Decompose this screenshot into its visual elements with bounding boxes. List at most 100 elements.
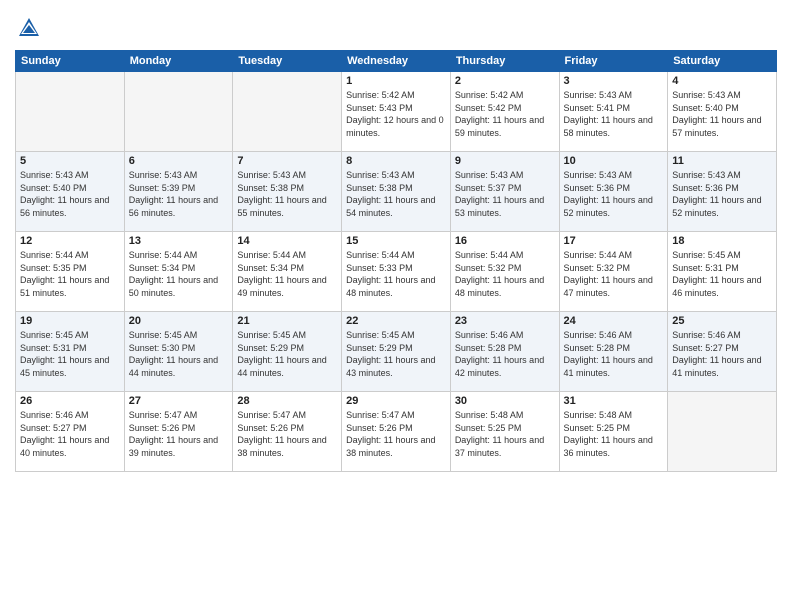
calendar-cell (16, 72, 125, 152)
day-info: Sunrise: 5:42 AMSunset: 5:42 PMDaylight:… (455, 89, 555, 139)
day-number: 28 (237, 395, 337, 407)
calendar-cell: 21 Sunrise: 5:45 AMSunset: 5:29 PMDayligh… (233, 312, 342, 392)
calendar-cell: 15Sunrise: 5:44 AMSunset: 5:33 PMDayligh… (342, 232, 451, 312)
calendar-cell: 26 Sunrise: 5:46 AMSunset: 5:27 PMDayligh… (16, 392, 125, 472)
weekday-header-wednesday: Wednesday (342, 51, 451, 72)
calendar-header-row: SundayMondayTuesdayWednesdayThursdayFrid… (16, 51, 777, 72)
calendar-container: SundayMondayTuesdayWednesdayThursdayFrid… (0, 0, 792, 612)
calendar-cell: 12 Sunrise: 5:44 AMSunset: 5:35 PMDayligh… (16, 232, 125, 312)
day-info: Sunrise: 5:44 AMSunset: 5:34 PMDaylight:… (129, 249, 229, 299)
day-number: 10 (564, 155, 664, 167)
day-number: 15 (346, 235, 446, 247)
day-number: 9 (455, 155, 555, 167)
day-number: 16 (455, 235, 555, 247)
logo-icon (15, 14, 43, 42)
day-number: 5 (20, 155, 120, 167)
day-number: 2 (455, 75, 555, 87)
calendar-week-2: 5 Sunrise: 5:43 AMSunset: 5:40 PMDaylight… (16, 152, 777, 232)
day-number: 26 (20, 395, 120, 407)
day-number: 22 (346, 315, 446, 327)
day-number: 25 (672, 315, 772, 327)
day-number: 21 (237, 315, 337, 327)
day-info: Sunrise: 5:43 AMSunset: 5:36 PMDaylight:… (672, 169, 772, 219)
day-info: Sunrise: 5:43 AMSunset: 5:38 PMDaylight:… (346, 169, 446, 219)
calendar-cell: 29 Sunrise: 5:47 AMSunset: 5:26 PMDayligh… (342, 392, 451, 472)
day-number: 29 (346, 395, 446, 407)
day-number: 12 (20, 235, 120, 247)
calendar-cell: 2 Sunrise: 5:42 AMSunset: 5:42 PMDaylight… (450, 72, 559, 152)
calendar-cell: 3 Sunrise: 5:43 AMSunset: 5:41 PMDaylight… (559, 72, 668, 152)
day-info: Sunrise: 5:47 AMSunset: 5:26 PMDaylight:… (129, 409, 229, 459)
day-number: 18 (672, 235, 772, 247)
day-number: 3 (564, 75, 664, 87)
calendar-cell: 8 Sunrise: 5:43 AMSunset: 5:38 PMDaylight… (342, 152, 451, 232)
calendar-cell: 17 Sunrise: 5:44 AMSunset: 5:32 PMDayligh… (559, 232, 668, 312)
calendar-cell: 31 Sunrise: 5:48 AMSunset: 5:25 PMDayligh… (559, 392, 668, 472)
calendar-week-1: 1 Sunrise: 5:42 AMSunset: 5:43 PMDaylight… (16, 72, 777, 152)
day-info: Sunrise: 5:44 AMSunset: 5:35 PMDaylight:… (20, 249, 120, 299)
day-number: 4 (672, 75, 772, 87)
calendar-cell: 28 Sunrise: 5:47 AMSunset: 5:26 PMDayligh… (233, 392, 342, 472)
day-number: 8 (346, 155, 446, 167)
day-info: Sunrise: 5:47 AMSunset: 5:26 PMDaylight:… (346, 409, 446, 459)
day-number: 14 (237, 235, 337, 247)
calendar-cell: 9Sunrise: 5:43 AMSunset: 5:37 PMDaylight… (450, 152, 559, 232)
calendar-cell: 22 Sunrise: 5:45 AMSunset: 5:29 PMDayligh… (342, 312, 451, 392)
day-number: 11 (672, 155, 772, 167)
day-number: 6 (129, 155, 229, 167)
day-info: Sunrise: 5:43 AMSunset: 5:39 PMDaylight:… (129, 169, 229, 219)
day-info: Sunrise: 5:45 AMSunset: 5:29 PMDaylight:… (346, 329, 446, 379)
day-info: Sunrise: 5:45 AMSunset: 5:29 PMDaylight:… (237, 329, 337, 379)
day-number: 7 (237, 155, 337, 167)
day-info: Sunrise: 5:46 AMSunset: 5:27 PMDaylight:… (20, 409, 120, 459)
day-info: Sunrise: 5:46 AMSunset: 5:28 PMDaylight:… (455, 329, 555, 379)
calendar-cell: 23Sunrise: 5:46 AMSunset: 5:28 PMDayligh… (450, 312, 559, 392)
weekday-header-friday: Friday (559, 51, 668, 72)
day-info: Sunrise: 5:43 AMSunset: 5:36 PMDaylight:… (564, 169, 664, 219)
weekday-header-thursday: Thursday (450, 51, 559, 72)
day-number: 24 (564, 315, 664, 327)
calendar-cell (668, 392, 777, 472)
day-info: Sunrise: 5:48 AMSunset: 5:25 PMDaylight:… (455, 409, 555, 459)
calendar-cell: 11 Sunrise: 5:43 AMSunset: 5:36 PMDayligh… (668, 152, 777, 232)
day-number: 30 (455, 395, 555, 407)
weekday-header-sunday: Sunday (16, 51, 125, 72)
day-info: Sunrise: 5:44 AMSunset: 5:32 PMDaylight:… (564, 249, 664, 299)
weekday-header-saturday: Saturday (668, 51, 777, 72)
calendar-cell: 13Sunrise: 5:44 AMSunset: 5:34 PMDayligh… (124, 232, 233, 312)
day-info: Sunrise: 5:45 AMSunset: 5:31 PMDaylight:… (20, 329, 120, 379)
day-info: Sunrise: 5:45 AMSunset: 5:31 PMDaylight:… (672, 249, 772, 299)
day-info: Sunrise: 5:42 AMSunset: 5:43 PMDaylight:… (346, 89, 446, 139)
calendar-cell: 19 Sunrise: 5:45 AMSunset: 5:31 PMDayligh… (16, 312, 125, 392)
calendar-cell: 18 Sunrise: 5:45 AMSunset: 5:31 PMDayligh… (668, 232, 777, 312)
day-number: 17 (564, 235, 664, 247)
day-number: 1 (346, 75, 446, 87)
day-number: 31 (564, 395, 664, 407)
day-number: 20 (129, 315, 229, 327)
day-info: Sunrise: 5:43 AMSunset: 5:40 PMDaylight:… (672, 89, 772, 139)
day-info: Sunrise: 5:46 AMSunset: 5:28 PMDaylight:… (564, 329, 664, 379)
logo (15, 14, 47, 42)
day-info: Sunrise: 5:46 AMSunset: 5:27 PMDaylight:… (672, 329, 772, 379)
weekday-header-monday: Monday (124, 51, 233, 72)
day-info: Sunrise: 5:47 AMSunset: 5:26 PMDaylight:… (237, 409, 337, 459)
calendar-cell (124, 72, 233, 152)
calendar-cell: 30 Sunrise: 5:48 AMSunset: 5:25 PMDayligh… (450, 392, 559, 472)
day-info: Sunrise: 5:48 AMSunset: 5:25 PMDaylight:… (564, 409, 664, 459)
calendar-cell: 25 Sunrise: 5:46 AMSunset: 5:27 PMDayligh… (668, 312, 777, 392)
day-info: Sunrise: 5:45 AMSunset: 5:30 PMDaylight:… (129, 329, 229, 379)
calendar-cell: 10 Sunrise: 5:43 AMSunset: 5:36 PMDayligh… (559, 152, 668, 232)
day-info: Sunrise: 5:44 AMSunset: 5:34 PMDaylight:… (237, 249, 337, 299)
day-info: Sunrise: 5:44 AMSunset: 5:32 PMDaylight:… (455, 249, 555, 299)
day-info: Sunrise: 5:43 AMSunset: 5:41 PMDaylight:… (564, 89, 664, 139)
calendar-cell: 7 Sunrise: 5:43 AMSunset: 5:38 PMDaylight… (233, 152, 342, 232)
day-info: Sunrise: 5:43 AMSunset: 5:40 PMDaylight:… (20, 169, 120, 219)
calendar-cell: 20 Sunrise: 5:45 AMSunset: 5:30 PMDayligh… (124, 312, 233, 392)
calendar-cell: 27Sunrise: 5:47 AMSunset: 5:26 PMDayligh… (124, 392, 233, 472)
calendar-week-4: 19 Sunrise: 5:45 AMSunset: 5:31 PMDayligh… (16, 312, 777, 392)
day-number: 19 (20, 315, 120, 327)
day-info: Sunrise: 5:43 AMSunset: 5:38 PMDaylight:… (237, 169, 337, 219)
calendar-week-3: 12 Sunrise: 5:44 AMSunset: 5:35 PMDayligh… (16, 232, 777, 312)
calendar-cell: 14 Sunrise: 5:44 AMSunset: 5:34 PMDayligh… (233, 232, 342, 312)
calendar-cell: 5 Sunrise: 5:43 AMSunset: 5:40 PMDaylight… (16, 152, 125, 232)
